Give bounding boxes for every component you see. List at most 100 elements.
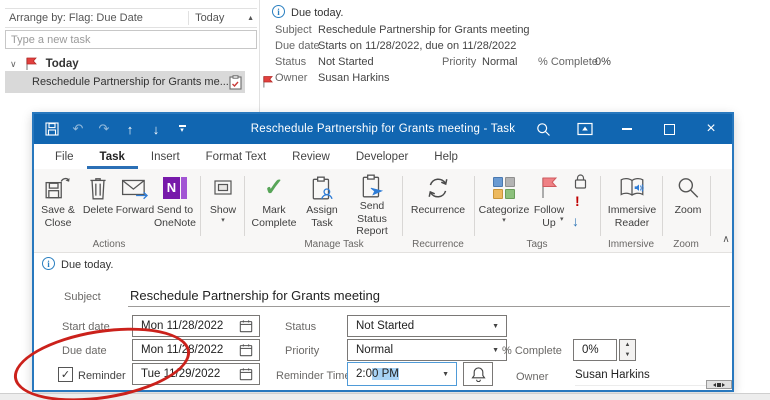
arrange-by-value[interactable]: Today (189, 12, 247, 24)
assign-task-button[interactable]: Assign Task (302, 173, 342, 235)
reminder-time-label: Reminder Time (276, 370, 351, 382)
status-label: Status (275, 56, 306, 68)
calendar-icon[interactable] (239, 367, 253, 381)
dropdown-arrow-icon: ▼ (492, 323, 499, 330)
task-clipboard-icon (229, 75, 242, 90)
forward-button[interactable]: Forward (116, 173, 154, 235)
info-icon: i (272, 5, 285, 18)
low-importance-button[interactable]: ↓ (572, 213, 579, 229)
recurrence-button[interactable]: Recurrence (406, 173, 470, 235)
delete-button[interactable]: Delete (82, 173, 114, 235)
subject-label: Subject (64, 291, 101, 303)
status-value: Not Started (356, 320, 414, 332)
show-button[interactable]: Show ▾ (204, 173, 242, 235)
close-button[interactable]: × (690, 114, 732, 144)
categorize-button[interactable]: Categorize ▾ (478, 173, 530, 235)
mark-complete-button[interactable]: ✓ Mark Complete (248, 173, 300, 235)
status-value: Not Started (318, 56, 374, 68)
tab-task[interactable]: Task (87, 144, 138, 169)
subject-value[interactable]: Reschedule Partnership for Grants meetin… (130, 288, 380, 303)
tab-help[interactable]: Help (421, 144, 471, 169)
pct-complete-input[interactable]: 0% (573, 339, 617, 361)
send-status-report-button[interactable]: Send Status Report (344, 173, 400, 235)
ribbon-tabs: File Task Insert Format Text Review Deve… (34, 144, 732, 169)
send-status-report-icon (360, 173, 384, 199)
move-down-button[interactable]: ↓ (144, 116, 168, 142)
subject-field-underline (128, 306, 730, 307)
dropdown-arrow-icon: ▼ (492, 347, 499, 354)
recurrence-label: Recurrence (411, 204, 465, 217)
group-divider (402, 176, 403, 236)
spin-up-icon[interactable]: ▲ (620, 340, 635, 350)
group-label-manage-task: Manage Task (304, 239, 363, 250)
arrange-by-label: Arrange by: Flag: Due Date (5, 12, 188, 24)
pane-divider (259, 0, 260, 114)
reminder-time-dropdown[interactable]: 2:00 PM ▼ (347, 362, 457, 386)
outlook-screen: Arrange by: Flag: Due Date Today ▲ ∨ Tod… (0, 0, 770, 400)
save-button[interactable] (40, 116, 64, 142)
owner-value: Susan Harkins (575, 369, 650, 381)
group-divider (600, 176, 601, 236)
chevron-down-icon: ▾ (560, 217, 564, 223)
group-divider (662, 176, 663, 236)
pct-complete-stepper[interactable]: ▲ ▼ (619, 339, 636, 361)
tab-file[interactable]: File (42, 144, 87, 169)
redo-button[interactable]: ↷ (92, 116, 116, 142)
mark-complete-icon: ✓ (264, 173, 284, 203)
ribbon-display-options-button[interactable] (564, 114, 606, 144)
arrange-by-bar[interactable]: Arrange by: Flag: Due Date Today ▲ (5, 8, 257, 28)
categorize-icon (493, 173, 515, 203)
group-label-actions: Actions (93, 239, 126, 250)
spin-down-icon[interactable]: ▼ (620, 350, 635, 360)
follow-up-button[interactable]: Follow Up ▾ (530, 173, 568, 235)
show-icon (211, 173, 235, 203)
owner-value: Susan Harkins (318, 72, 390, 84)
save-close-button[interactable]: Save & Close (36, 173, 80, 235)
tab-developer[interactable]: Developer (343, 144, 421, 169)
priority-value: Normal (482, 56, 517, 68)
reading-pane: i Due today. Subject Reschedule Partners… (270, 0, 770, 112)
priority-value: Normal (356, 344, 393, 356)
status-dropdown[interactable]: Not Started ▼ (347, 315, 507, 337)
subject-value: Reschedule Partnership for Grants meetin… (318, 24, 530, 36)
high-importance-button[interactable]: ! (575, 193, 580, 209)
tab-insert[interactable]: Insert (138, 144, 193, 169)
minimize-button[interactable] (606, 114, 648, 144)
priority-dropdown[interactable]: Normal ▼ (347, 339, 507, 361)
chevron-down-icon: ▾ (221, 218, 225, 224)
calendar-icon[interactable] (239, 319, 253, 333)
priority-label: Priority (442, 56, 476, 68)
immersive-reader-button[interactable]: Immersive Reader (604, 173, 660, 235)
chevron-down-icon: ▾ (502, 218, 506, 224)
zoom-label: Zoom (675, 204, 702, 217)
maximize-button[interactable] (648, 114, 690, 144)
task-list-item[interactable]: Reschedule Partnership for Grants me... (5, 71, 245, 93)
new-task-input[interactable] (5, 30, 257, 49)
onenote-icon: N (163, 173, 187, 203)
title-bar[interactable]: Reschedule Partnership for Grants meetin… (34, 114, 732, 144)
owner-label: Owner (275, 72, 307, 84)
send-to-onenote-button[interactable]: N Send to OneNote (152, 173, 198, 235)
reminder-sound-button[interactable] (463, 362, 493, 386)
immersive-reader-label: Immersive Reader (608, 204, 656, 229)
forward-icon (121, 173, 149, 203)
customize-qat-button[interactable]: ▾ (170, 116, 194, 142)
move-up-button[interactable]: ↑ (118, 116, 142, 142)
private-lock-button[interactable] (573, 173, 588, 190)
undo-button[interactable]: ↶ (66, 116, 90, 142)
delete-icon (87, 173, 109, 203)
calendar-icon[interactable] (239, 343, 253, 357)
immersive-reader-icon (618, 173, 646, 203)
task-group-header[interactable]: ∨ Today (10, 56, 79, 72)
chevron-expand-icon[interactable]: ∨ (10, 59, 17, 70)
zoom-button[interactable]: Zoom (666, 173, 710, 235)
tab-format-text[interactable]: Format Text (193, 144, 280, 169)
tab-review[interactable]: Review (279, 144, 343, 169)
collapse-ribbon-button[interactable]: ∧ (718, 231, 734, 247)
reminder-time-value: 2:00 PM (356, 368, 399, 380)
search-button[interactable] (522, 114, 564, 144)
window-split-handle[interactable] (706, 380, 732, 389)
save-close-label: Save & Close (41, 204, 75, 229)
pct-complete-label: % Complete (538, 56, 598, 68)
sort-ascending-icon[interactable]: ▲ (247, 15, 257, 22)
